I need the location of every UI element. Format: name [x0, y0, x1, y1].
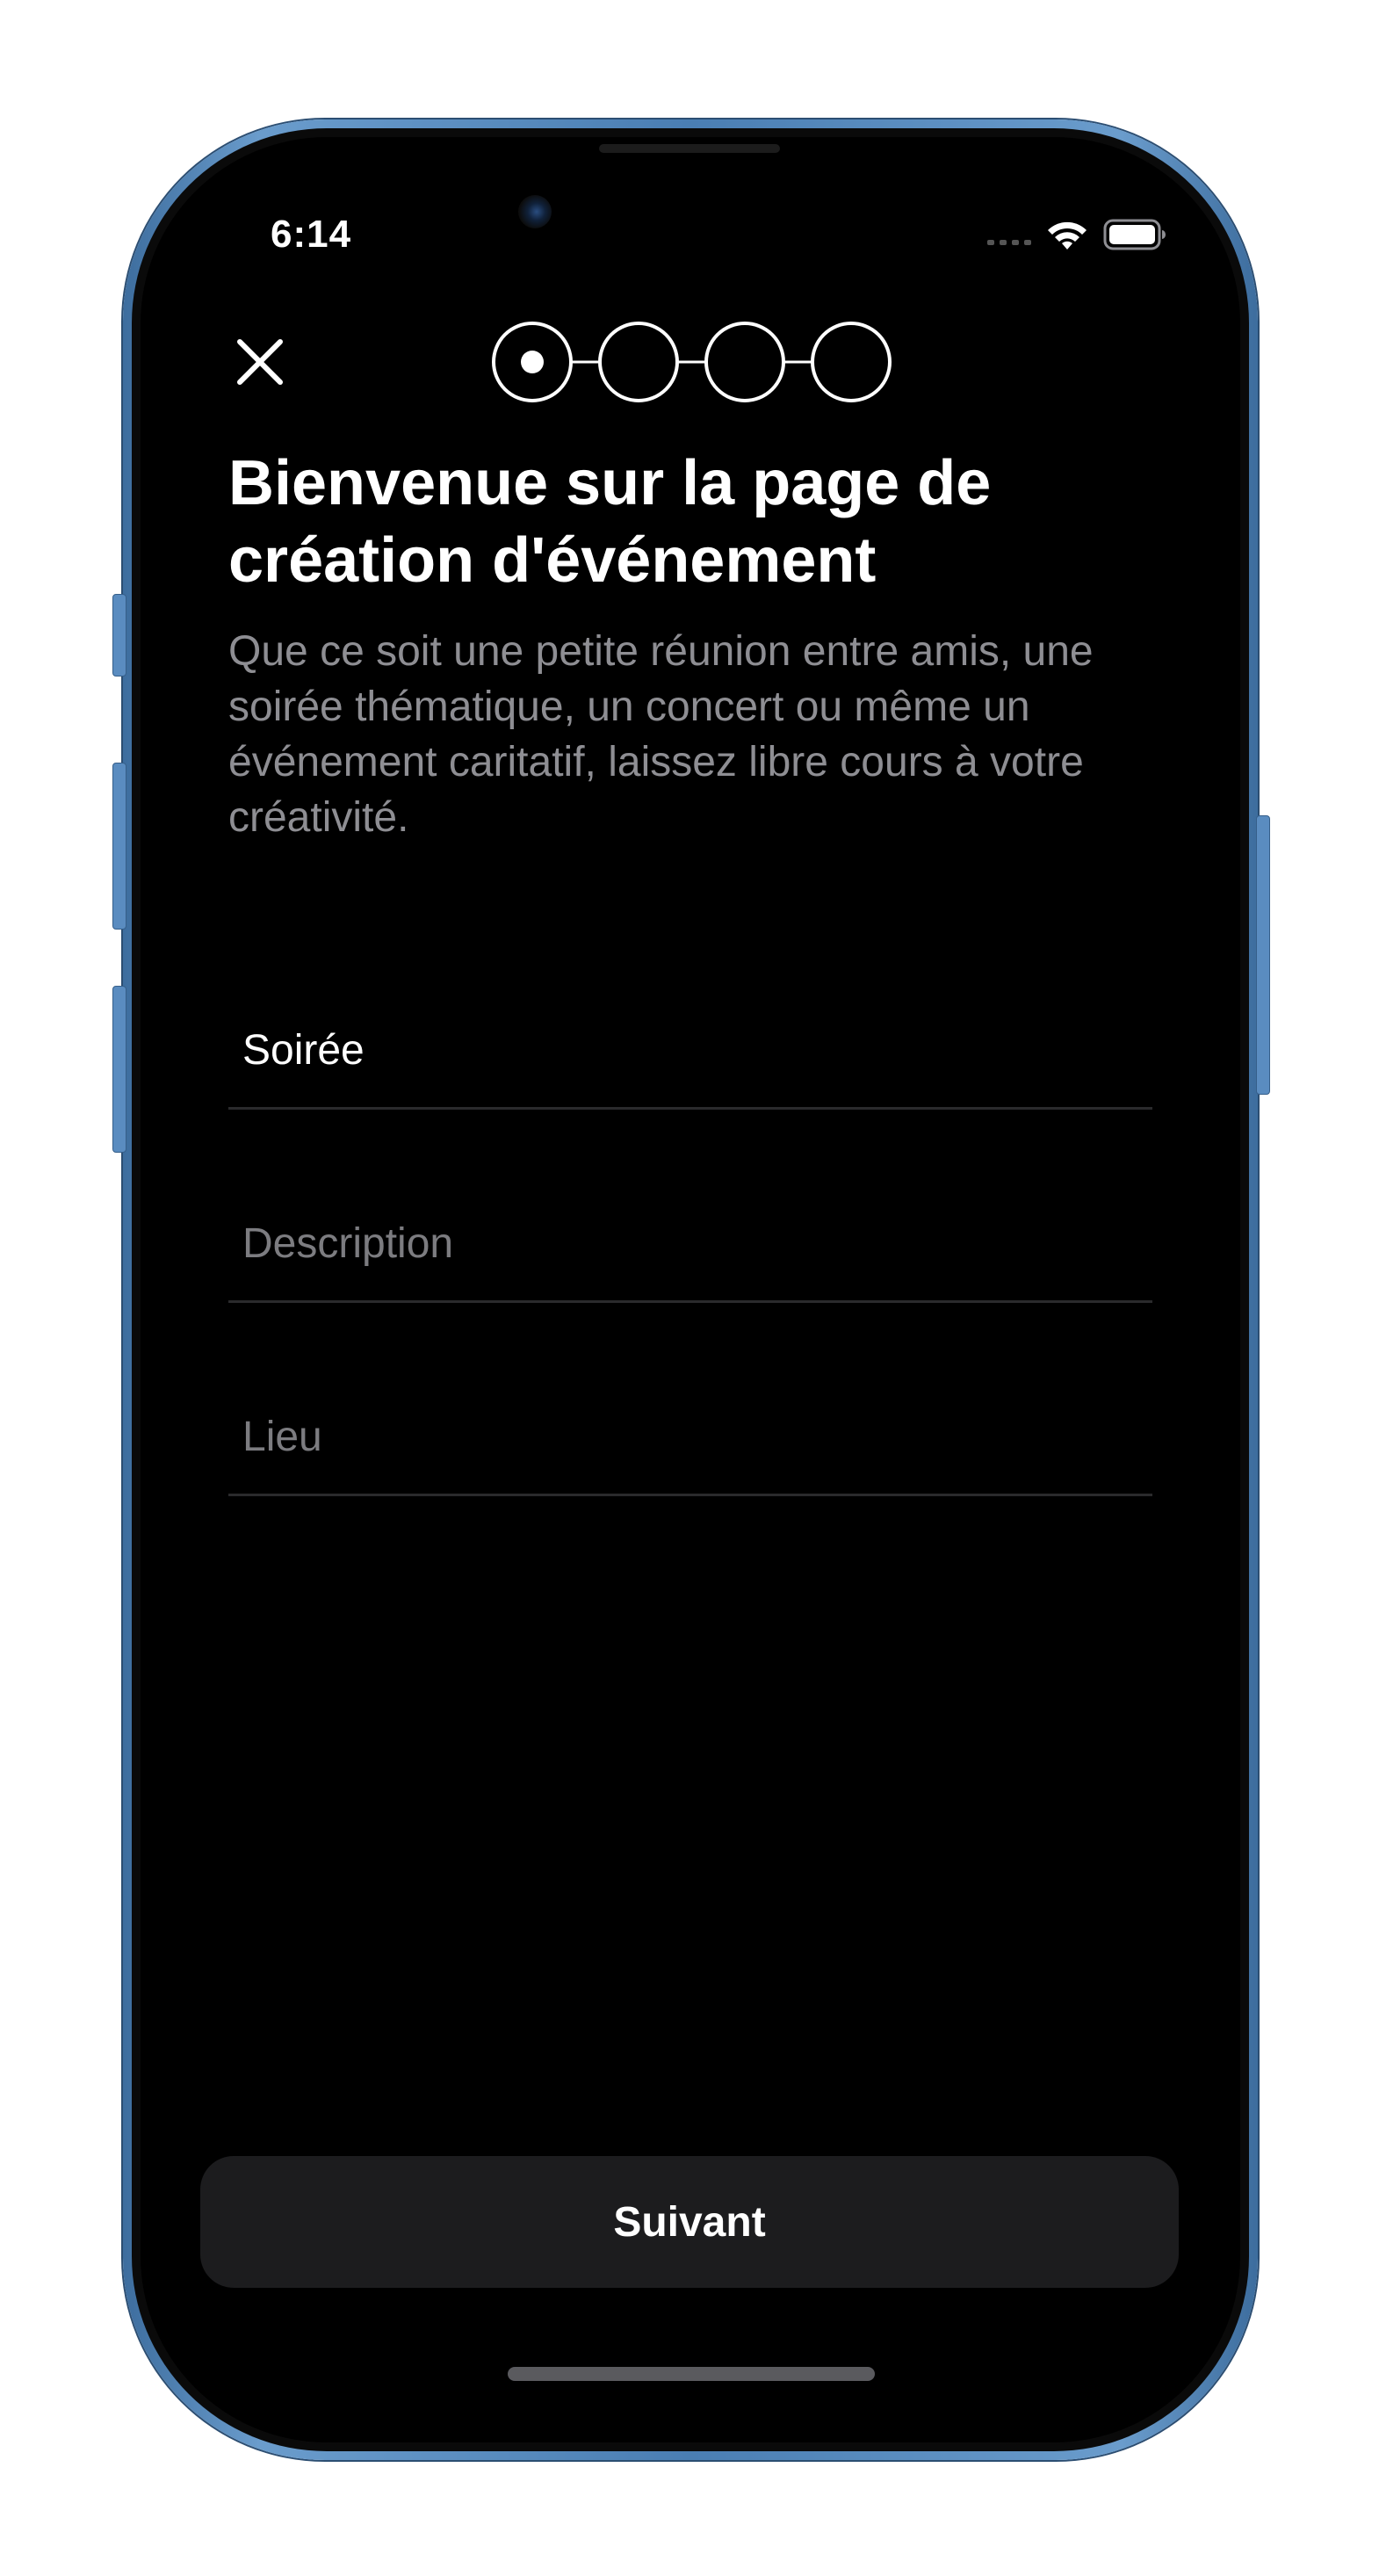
wifi-icon — [1048, 221, 1087, 250]
signal-icon — [987, 240, 1031, 245]
speaker-grille — [599, 144, 780, 153]
silent-switch — [112, 594, 126, 677]
step-2 — [598, 322, 679, 402]
volume-down-button — [112, 986, 126, 1153]
page: 6:14 Bienvenue sur la page de création d… — [0, 0, 1379, 2576]
step-3 — [704, 322, 785, 402]
location-field — [228, 1388, 1152, 1496]
step-1-active-dot — [521, 351, 544, 373]
next-button[interactable]: Suivant — [200, 2156, 1179, 2288]
home-indicator — [508, 2367, 875, 2381]
close-button[interactable] — [225, 327, 295, 397]
description-input[interactable] — [242, 1212, 1121, 1274]
front-camera — [518, 195, 552, 228]
power-button — [1256, 815, 1270, 1095]
step-indicator — [492, 322, 892, 402]
close-icon — [237, 339, 283, 385]
status-icons — [987, 218, 1168, 251]
battery-icon — [1103, 219, 1166, 250]
name-field — [228, 1002, 1152, 1110]
name-input[interactable] — [242, 1019, 1121, 1081]
volume-up-button — [112, 763, 126, 930]
screen: 6:14 Bienvenue sur la page de création d… — [141, 137, 1240, 2442]
status-time: 6:14 — [271, 213, 352, 256]
page-subtitle: Que ce soit une petite réunion entre ami… — [228, 628, 1094, 841]
page-title: Bienvenue sur la page de création d'évén… — [228, 448, 992, 596]
description-field — [228, 1195, 1152, 1303]
location-input[interactable] — [242, 1406, 1121, 1467]
step-4 — [811, 322, 892, 402]
